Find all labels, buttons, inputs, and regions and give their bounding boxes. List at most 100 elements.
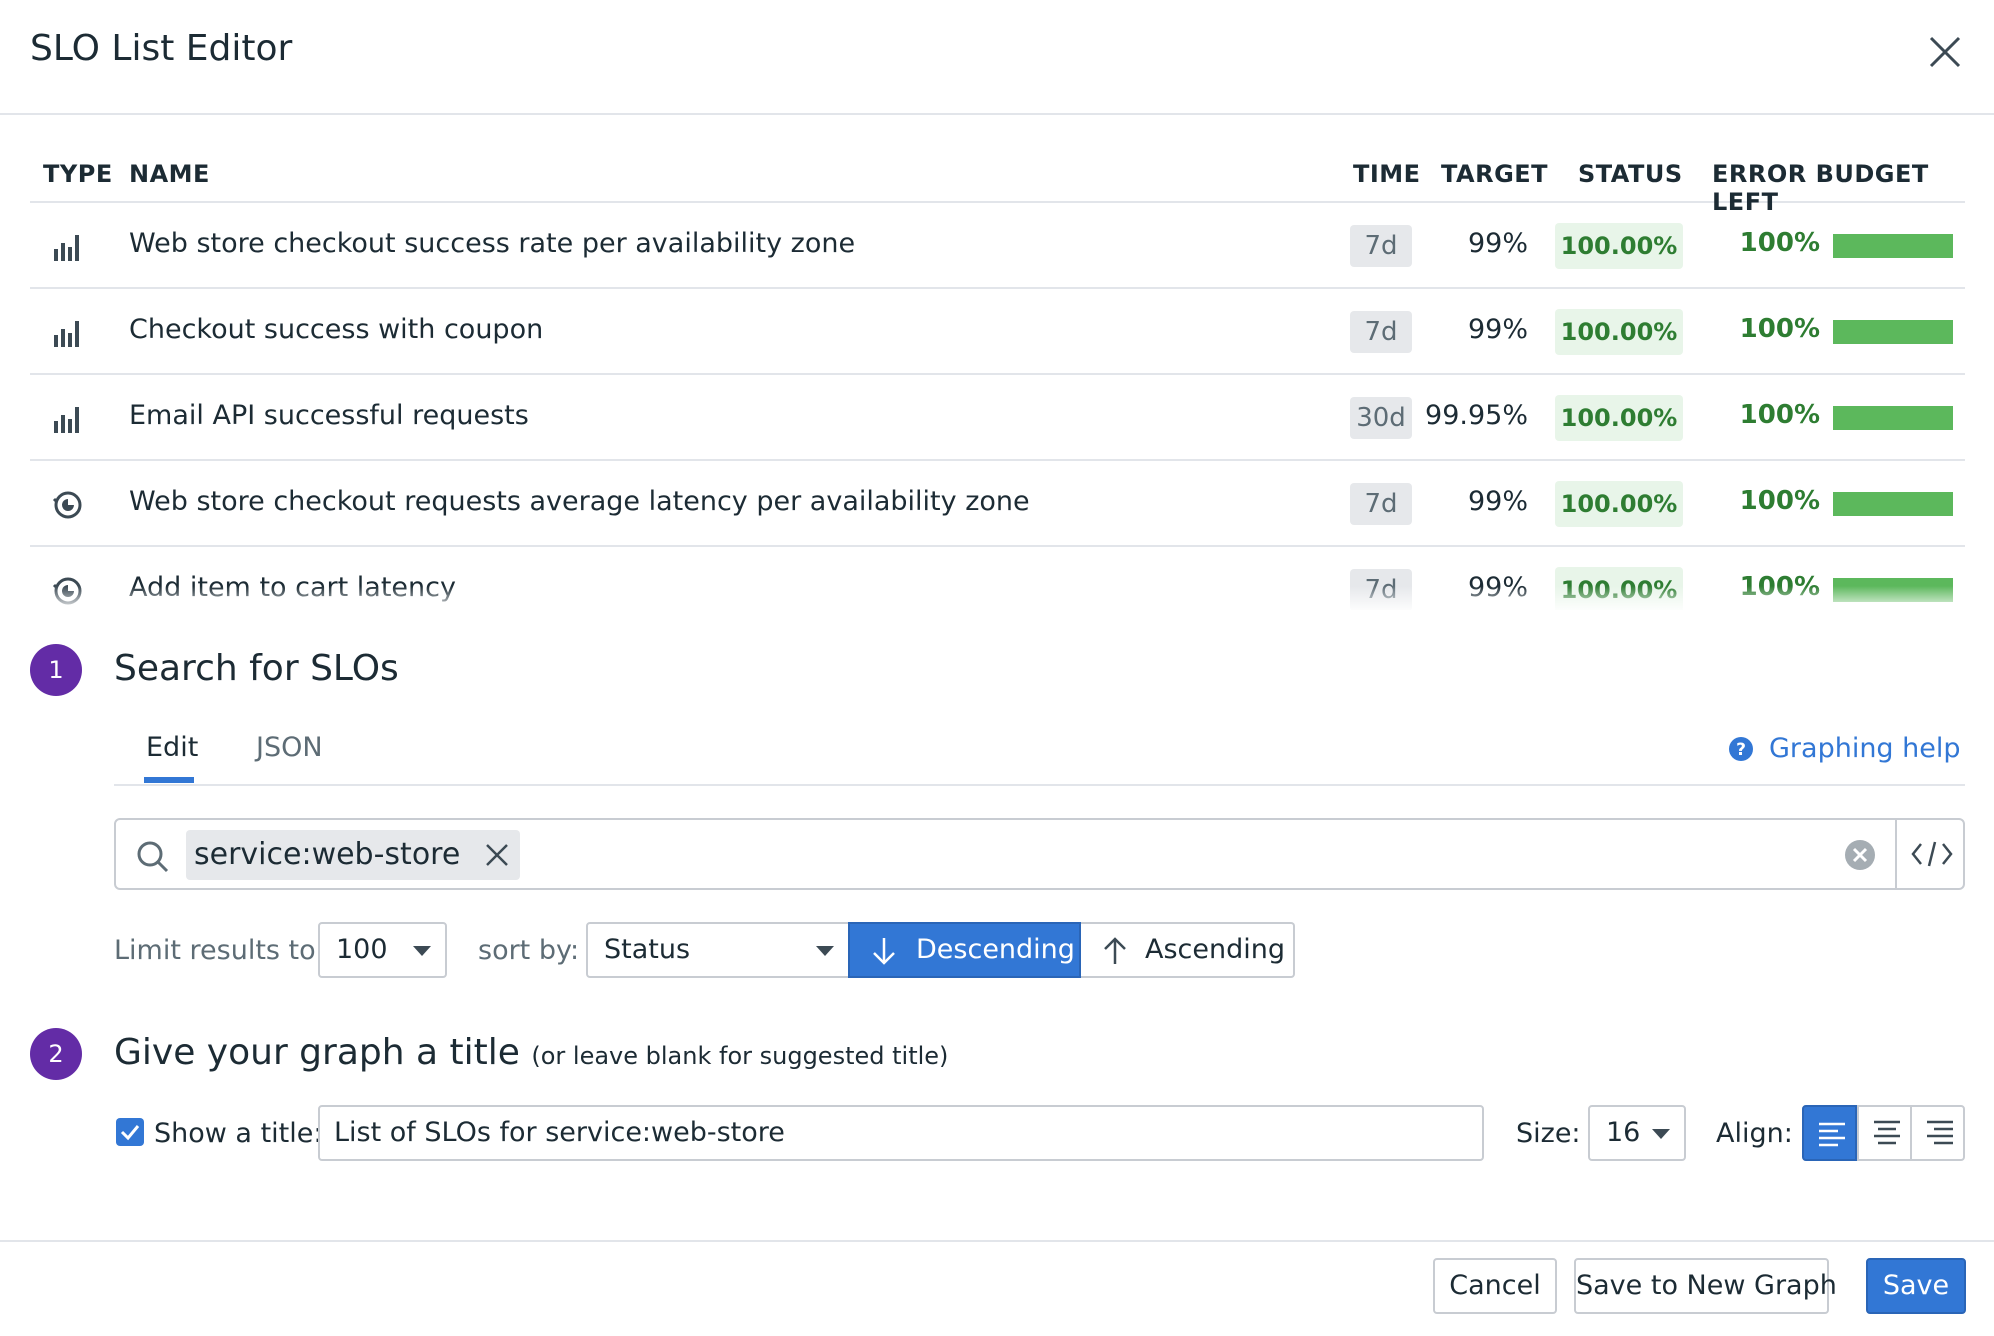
align-center-icon xyxy=(1874,1120,1900,1145)
table-row[interactable]: Email API successful requests 30d 99.95%… xyxy=(30,375,1965,461)
column-time: TIME xyxy=(1353,160,1421,188)
code-icon xyxy=(1911,841,1953,867)
align-label: Align: xyxy=(1716,1118,1793,1149)
error-budget-value: 100% xyxy=(1739,486,1820,516)
target-value: 99% xyxy=(1467,314,1528,345)
modal-header: SLO List Editor xyxy=(0,0,1994,115)
metric-bar-icon xyxy=(54,321,79,347)
step-2-subtitle: (or leave blank for suggested title) xyxy=(531,1042,949,1070)
error-budget-bar xyxy=(1833,492,1953,516)
align-left-button[interactable] xyxy=(1802,1105,1857,1161)
error-budget-value: 100% xyxy=(1739,314,1820,344)
target-value: 99% xyxy=(1467,572,1528,603)
tab-edit[interactable]: Edit xyxy=(146,732,198,763)
step-1-title: Search for SLOs xyxy=(114,648,399,689)
step-2-title: Give your graph a title (or leave blank … xyxy=(114,1032,948,1073)
column-status: STATUS xyxy=(1578,160,1683,188)
size-select[interactable]: 16 xyxy=(1588,1105,1686,1161)
metric-bar-icon xyxy=(54,235,79,261)
table-header: TYPE NAME TIME TARGET STATUS ERROR BUDGE… xyxy=(30,148,1965,216)
save-button[interactable]: Save xyxy=(1866,1258,1966,1314)
error-budget-bar xyxy=(1833,578,1953,602)
limit-label: Limit results to: xyxy=(114,935,325,966)
query-code-toggle-button[interactable] xyxy=(1895,820,1965,888)
slo-table: TYPE NAME TIME TARGET STATUS ERROR BUDGE… xyxy=(30,148,1965,610)
error-budget-value: 100% xyxy=(1739,572,1820,602)
monitor-icon xyxy=(52,491,82,519)
active-tab-indicator xyxy=(144,777,194,783)
slo-search-input[interactable]: service:web-store xyxy=(114,818,1965,890)
sort-descending-button[interactable]: Descending xyxy=(848,922,1081,978)
error-budget-bar xyxy=(1833,320,1953,344)
slo-name: Checkout success with coupon xyxy=(129,314,544,345)
status-badge: 100.00% xyxy=(1555,223,1683,269)
status-badge: 100.00% xyxy=(1555,395,1683,441)
time-badge: 7d xyxy=(1350,569,1412,610)
slo-name: Web store checkout requests average late… xyxy=(129,486,1030,517)
status-badge: 100.00% xyxy=(1555,481,1683,527)
svg-text:?: ? xyxy=(1736,740,1746,760)
column-target: TARGET xyxy=(1441,160,1549,188)
status-badge: 100.00% xyxy=(1555,309,1683,355)
clear-search-icon[interactable] xyxy=(1843,838,1877,872)
metric-bar-icon xyxy=(54,407,79,433)
align-left-icon xyxy=(1819,1122,1845,1147)
slo-name: Add item to cart latency xyxy=(129,572,456,603)
close-button[interactable] xyxy=(1925,32,1965,72)
search-filter-chip-label: service:web-store xyxy=(194,837,461,872)
align-right-icon xyxy=(1927,1120,1953,1145)
error-budget-value: 100% xyxy=(1739,400,1820,430)
time-badge: 7d xyxy=(1350,225,1412,267)
step-2-title-text: Give your graph a title xyxy=(114,1032,520,1073)
time-badge: 7d xyxy=(1350,311,1412,353)
table-row[interactable]: Add item to cart latency 7d 99% 100.00% … xyxy=(30,547,1965,610)
descending-label: Descending xyxy=(916,934,1075,965)
sort-select[interactable]: Status xyxy=(586,922,850,978)
align-button-group xyxy=(1802,1105,1965,1161)
target-value: 99% xyxy=(1467,486,1528,517)
graph-title-input[interactable]: List of SLOs for service:web-store xyxy=(318,1105,1484,1161)
table-row[interactable]: Checkout success with coupon 7d 99% 100.… xyxy=(30,289,1965,375)
graphing-help-link[interactable]: Graphing help xyxy=(1769,733,1961,764)
align-center-button[interactable] xyxy=(1857,1105,1912,1161)
tab-json[interactable]: JSON xyxy=(256,732,323,763)
step-2-badge: 2 xyxy=(30,1028,82,1080)
show-title-label: Show a title: xyxy=(154,1118,323,1149)
search-filter-chip[interactable]: service:web-store xyxy=(186,830,521,880)
arrow-up-icon xyxy=(1104,937,1126,964)
caret-down-icon xyxy=(816,946,834,956)
close-icon[interactable] xyxy=(484,842,510,868)
sort-value: Status xyxy=(604,934,691,965)
table-row[interactable]: Web store checkout requests average late… xyxy=(30,461,1965,547)
status-badge: 100.00% xyxy=(1555,567,1683,610)
step-1-badge: 1 xyxy=(30,644,82,696)
size-value: 16 xyxy=(1606,1117,1641,1148)
caret-down-icon xyxy=(413,946,431,956)
show-title-checkbox[interactable] xyxy=(116,1118,144,1146)
column-type: TYPE xyxy=(43,160,113,188)
limit-value: 100 xyxy=(336,934,388,965)
checkmark-icon xyxy=(120,1125,140,1141)
align-right-button[interactable] xyxy=(1912,1105,1967,1161)
table-row[interactable]: Web store checkout success rate per avai… xyxy=(30,203,1965,289)
help-icon[interactable]: ? xyxy=(1727,735,1755,763)
sort-ascending-button[interactable]: Ascending xyxy=(1081,922,1295,978)
limit-select[interactable]: 100 xyxy=(318,922,447,978)
size-label: Size: xyxy=(1516,1118,1581,1149)
target-value: 99.95% xyxy=(1425,400,1528,431)
cancel-button[interactable]: Cancel xyxy=(1433,1258,1557,1314)
caret-down-icon xyxy=(1652,1129,1670,1139)
sort-label: sort by: xyxy=(478,935,580,966)
slo-name: Email API successful requests xyxy=(129,400,529,431)
column-name: NAME xyxy=(129,160,210,188)
monitor-icon xyxy=(52,577,82,605)
slo-name: Web store checkout success rate per avai… xyxy=(129,228,856,259)
editor-tabs: Edit JSON xyxy=(114,732,1965,786)
time-badge: 7d xyxy=(1350,483,1412,525)
save-to-new-graph-button[interactable]: Save to New Graph xyxy=(1574,1258,1837,1314)
error-budget-bar xyxy=(1833,406,1953,430)
time-badge: 30d xyxy=(1350,397,1412,439)
ascending-label: Ascending xyxy=(1145,934,1285,965)
target-value: 99% xyxy=(1467,228,1528,259)
error-budget-value: 100% xyxy=(1739,228,1820,258)
